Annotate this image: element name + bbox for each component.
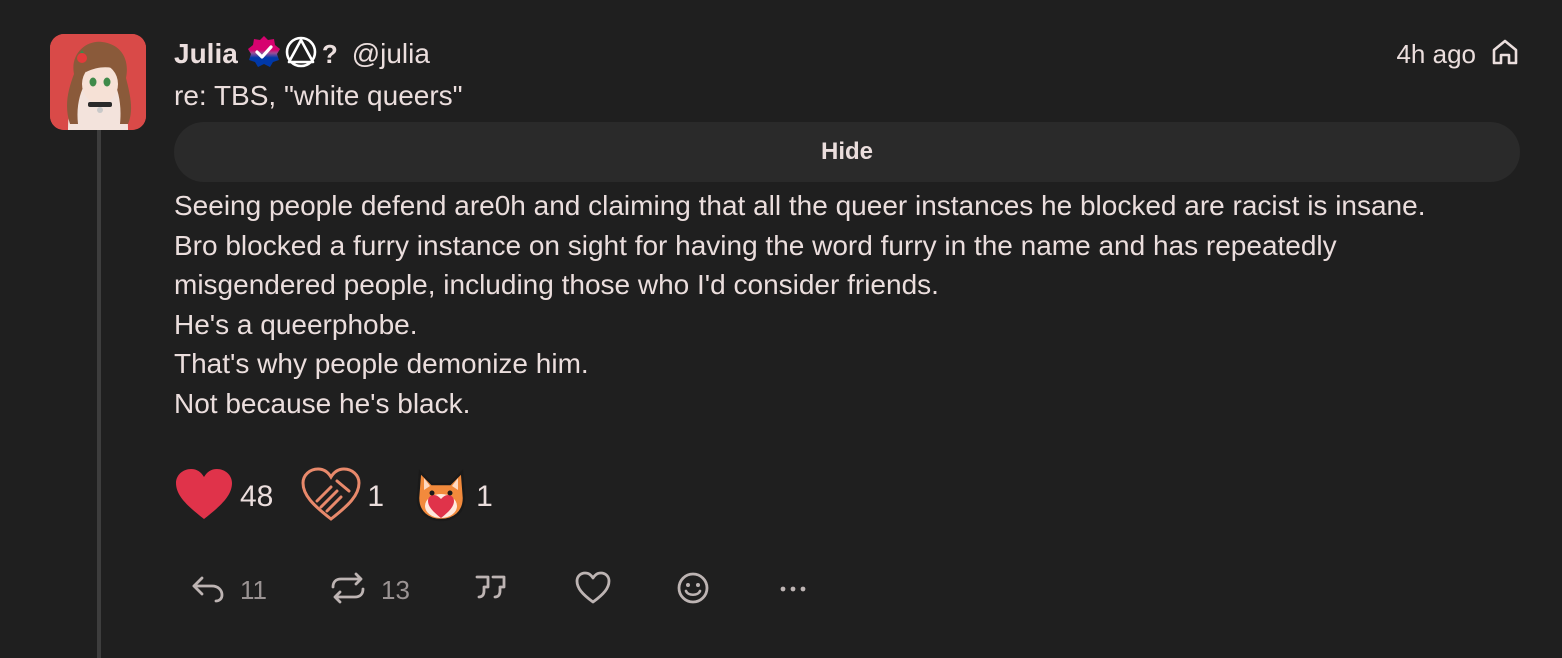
more-button[interactable] [778,581,808,599]
reaction-count: 1 [476,480,493,513]
body-line: Bro blocked a furry instance on sight fo… [174,229,1345,301]
quote-button[interactable] [474,573,508,608]
hide-content-button[interactable]: Hide [174,122,1520,182]
renote-count: 13 [381,574,410,605]
reaction-fox-heart[interactable]: 1 [412,466,493,529]
reply-icon [190,572,226,609]
body-line: He's a queerphobe. [174,308,418,340]
more-icon [778,581,808,599]
reactions-bar: 48 1 1 [174,466,521,528]
renote-icon [329,572,367,609]
reply-button[interactable]: 11 [190,572,267,609]
emoji-reaction-icon [676,571,710,610]
home-icon [1490,37,1520,72]
reaction-count: 1 [367,480,385,513]
quote-icon [474,573,508,608]
content-warning: re: TBS, "white queers" [174,80,463,111]
body-line: That's why people demonize him. [174,348,589,380]
body-line: Not because he's black. [174,387,471,419]
avatar[interactable] [50,34,146,130]
note-main: Julia ? @julia 4h ago re: TBS, "white qu… [174,34,1520,605]
heart-outline-icon [574,571,612,610]
author-badges: ? [246,35,338,74]
reaction-red-heart[interactable]: 48 [174,467,273,528]
thread-line [97,120,101,658]
fox-heart-emoji-icon [412,466,470,529]
like-button[interactable] [574,571,612,610]
note-timestamp[interactable]: 4h ago [1396,39,1476,70]
author-name[interactable]: Julia [174,38,238,70]
body-line: Seeing people defend are0h and claiming … [174,190,1426,221]
red-heart-emoji-icon [174,467,234,528]
add-reaction-button[interactable] [676,571,710,610]
reaction-count: 48 [240,480,274,513]
reply-count: 11 [240,574,267,605]
bi-pride-verified-badge-icon [246,35,282,74]
reaction-handshake-heart[interactable]: 1 [301,466,385,528]
author-handle[interactable]: @julia [352,38,430,70]
note-body: Seeing people defend are0h and claiming … [174,186,1474,424]
therian-symbol-icon [284,35,318,74]
note: Julia ? @julia 4h ago re: TBS, "white qu… [0,0,1562,658]
handshake-heart-emoji-icon [301,466,361,528]
renote-button[interactable]: 13 [329,572,410,609]
note-footer: 11 13 [174,568,808,612]
note-meta: 4h ago [1396,34,1520,74]
badge-question-mark: ? [321,38,338,69]
note-header: Julia ? @julia 4h ago [174,34,1520,74]
